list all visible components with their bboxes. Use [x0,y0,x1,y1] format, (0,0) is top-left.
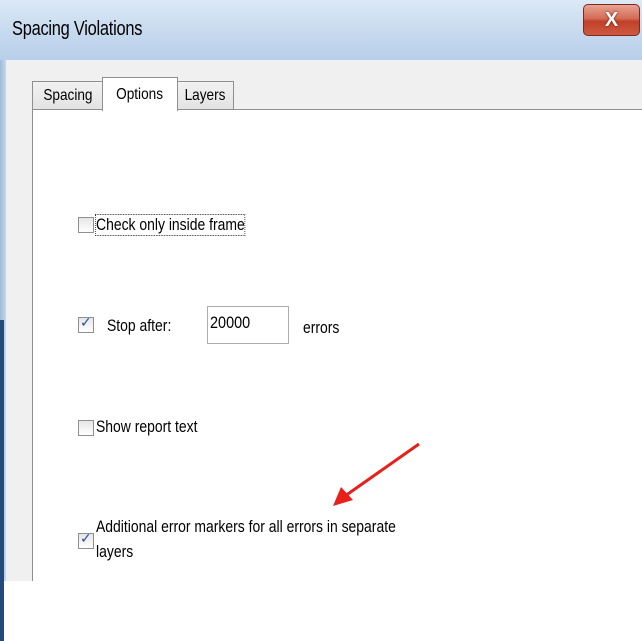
red-arrow-icon [333,442,420,506]
close-icon: X [604,8,619,31]
stop-after-checkbox[interactable] [78,315,94,333]
tab-spacing[interactable]: Spacing [32,81,104,109]
check-inside-frame-label[interactable]: Check only inside frame [95,214,246,236]
additional-markers-label-line2[interactable]: layers [96,542,133,562]
tab-layers-label: Layers [184,86,226,104]
additional-markers-label-line1[interactable]: Additional error markers for all errors … [96,517,396,537]
show-report-text-checkbox[interactable] [78,420,94,436]
additional-markers-checkbox[interactable] [78,531,94,549]
window-title: Spacing Violations [12,18,143,40]
tab-options-label: Options [116,85,164,103]
stop-after-input[interactable]: 20000 [207,306,289,344]
dialog-body: Spacing Options Layers Check only inside… [6,60,642,581]
background-window-edge [0,320,4,641]
tab-spacing-label: Spacing [43,86,93,104]
tab-layers[interactable]: Layers [176,81,234,109]
show-report-text-label[interactable]: Show report text [96,417,198,437]
close-button[interactable]: X [583,4,640,36]
check-inside-frame-checkbox[interactable] [78,217,94,233]
stop-after-value: 20000 [210,313,251,332]
window-frame: Spacing Violations X Spacing Options Lay… [0,0,642,641]
stop-after-label: Stop after: [107,316,172,335]
errors-suffix-label: errors [303,318,340,337]
tab-options[interactable]: Options [102,77,178,111]
title-bar: Spacing Violations X [0,0,642,60]
options-panel: Check only inside frame Stop after: 2000… [32,109,642,581]
